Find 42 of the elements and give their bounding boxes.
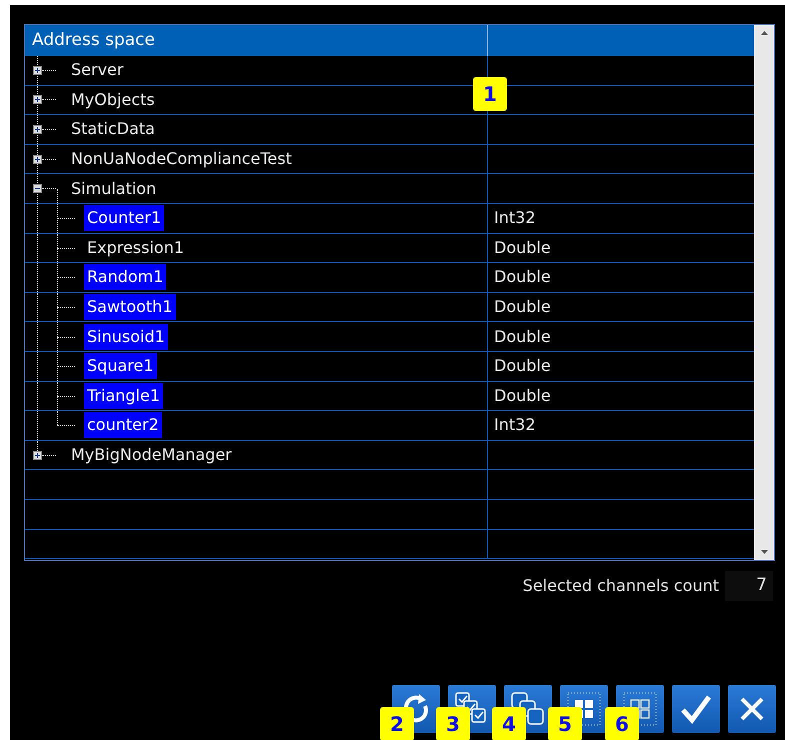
tree-node[interactable]: Square1	[84, 353, 157, 380]
tree-node[interactable]: Random1	[84, 264, 166, 290]
tree-node[interactable]: Sinusoid1	[84, 324, 168, 350]
scroll-down-icon[interactable]	[760, 550, 768, 554]
tree-node[interactable]: Server	[70, 58, 124, 82]
close-icon	[738, 695, 766, 723]
scroll-up-icon[interactable]	[760, 31, 768, 35]
expand-icon[interactable]	[33, 95, 42, 104]
tree-node[interactable]: Simulation	[70, 176, 158, 201]
cancel-button[interactable]	[728, 685, 776, 733]
expand-icon[interactable]	[33, 66, 42, 75]
tree-node[interactable]: NonUaNodeComplianceTest	[70, 147, 293, 172]
type-cell-text: Double	[494, 236, 551, 259]
tree-node[interactable]: Triangle1	[84, 382, 164, 409]
callout-badge: 5	[548, 707, 582, 740]
tree-node[interactable]: counter2	[84, 412, 162, 438]
tree-node[interactable]: MyBigNodeManager	[70, 443, 233, 468]
type-cell-text: Int32	[494, 207, 536, 230]
expand-icon[interactable]	[33, 124, 42, 134]
tree-node[interactable]: MyObjects	[70, 88, 156, 112]
type-cell-text: Double	[494, 355, 551, 378]
tree-node[interactable]: Expression1	[84, 234, 188, 261]
callout-badge: 6	[605, 707, 639, 740]
callout-badge: 2	[380, 707, 414, 740]
count-label: Selected channels count	[522, 575, 719, 597]
count-value: 7	[725, 571, 773, 601]
collapse-icon[interactable]	[33, 184, 42, 194]
type-cell-text: Double	[494, 384, 551, 407]
ok-button[interactable]	[672, 685, 720, 733]
callout-badge: 3	[436, 707, 470, 740]
expand-icon[interactable]	[33, 154, 42, 164]
tree-node[interactable]: Counter1	[84, 205, 164, 232]
tree-node[interactable]: Sawtooth1	[84, 294, 176, 320]
expand-icon[interactable]	[33, 450, 42, 460]
type-cell-text: Double	[494, 266, 551, 288]
scrollbar[interactable]	[754, 25, 774, 560]
callout-badge: 1	[473, 77, 507, 111]
type-cell-text: Int32	[494, 414, 536, 436]
type-cell-text: Double	[494, 326, 551, 348]
tree-node[interactable]: StaticData	[70, 117, 156, 142]
type-cell-text: Double	[494, 296, 551, 318]
callout-badge: 4	[492, 707, 526, 740]
